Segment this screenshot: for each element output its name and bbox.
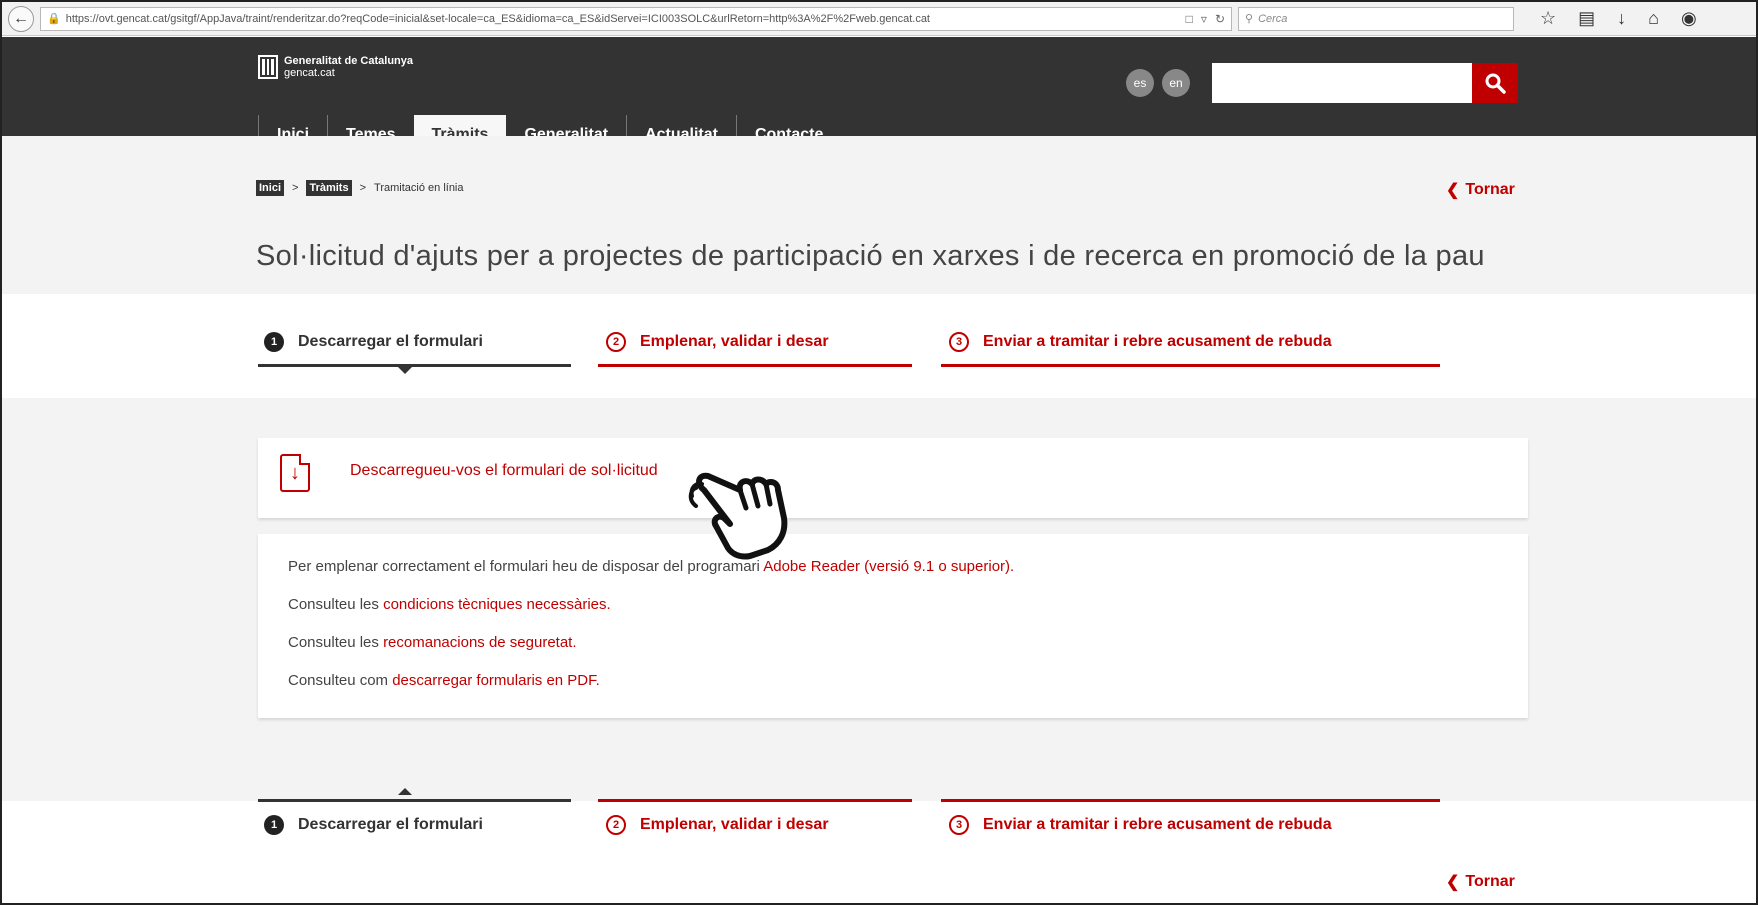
breadcrumb-current: Tramitació en línia — [374, 182, 464, 194]
info-card: Per emplenar correctament el formulari h… — [258, 534, 1528, 718]
back-link-top[interactable]: ❮ Tornar — [1446, 180, 1515, 200]
step-2-bottom[interactable]: 2 Emplenar, validar i desar — [606, 815, 829, 835]
address-bar[interactable]: 🔒 https://ovt.gencat.cat/gsitgf/AppJava/… — [40, 6, 1232, 31]
step-number: 3 — [949, 815, 969, 835]
site-logo[interactable]: Generalitat de Catalunya gencat.cat — [258, 55, 413, 79]
active-step-pointer — [398, 367, 412, 374]
chevron-left-icon: ❮ — [1446, 874, 1460, 891]
reader-view-icon[interactable]: □ — [1186, 12, 1193, 26]
security-recommendations-link[interactable]: recomanacions de seguretat. — [383, 634, 576, 651]
info-text: Consulteu les — [288, 596, 384, 613]
info-text: Consulteu com — [288, 672, 393, 689]
pdf-download-icon[interactable]: ↓ — [280, 454, 310, 492]
bookmark-star-icon[interactable]: ☆ — [1540, 8, 1556, 29]
step-1-bottom[interactable]: 1 Descarregar el formulari — [264, 815, 483, 835]
technical-conditions-link[interactable]: condicions tècniques necessàries. — [383, 596, 611, 613]
info-line-pdf: Consulteu com descarregar formularis en … — [288, 672, 600, 689]
step-label: Enviar a tramitar i rebre acusament de r… — [983, 333, 1332, 350]
step-number: 2 — [606, 332, 626, 352]
home-icon[interactable]: ⌂ — [1648, 8, 1659, 29]
search-icon: ⚲ — [1245, 13, 1254, 25]
download-card: ↓ Descarregueu-vos el formulari de sol·l… — [258, 438, 1528, 518]
browser-toolbar-icons: ☆ ▤ ↓ ⌂ ◉ — [1540, 8, 1697, 29]
breadcrumb-tramits[interactable]: Tràmits — [306, 180, 352, 196]
chat-icon[interactable]: ◉ — [1681, 8, 1697, 29]
step-underline — [598, 364, 912, 367]
browser-search-field[interactable]: ⚲ Cerca — [1238, 6, 1514, 31]
adobe-reader-link[interactable]: Adobe Reader (versió 9.1 o superior). — [763, 558, 1014, 575]
download-form-link[interactable]: Descarregueu-vos el formulari de sol·lic… — [350, 462, 658, 480]
dropdown-icon[interactable]: ▿ — [1201, 12, 1207, 26]
step-overline-active — [258, 799, 571, 802]
step-underline — [941, 364, 1440, 367]
step-number: 3 — [949, 332, 969, 352]
browser-search-placeholder: Cerca — [1258, 12, 1288, 25]
lock-icon: 🔒 — [47, 13, 61, 25]
breadcrumb-separator: > — [292, 182, 299, 194]
back-link-label: Tornar — [1465, 873, 1515, 890]
step-1-top[interactable]: 1 Descarregar el formulari — [264, 332, 483, 352]
back-link-label: Tornar — [1465, 181, 1515, 198]
language-es-button[interactable]: es — [1126, 69, 1154, 97]
step-number: 1 — [264, 332, 284, 352]
step-label: Enviar a tramitar i rebre acusament de r… — [983, 816, 1332, 833]
step-number: 2 — [606, 815, 626, 835]
download-pdf-forms-link[interactable]: descarregar formularis en PDF. — [392, 672, 600, 689]
step-label: Emplenar, validar i desar — [640, 816, 829, 833]
step-overline — [598, 799, 912, 802]
generalitat-logo-icon — [258, 55, 278, 79]
chevron-left-icon: ❮ — [1446, 182, 1460, 199]
step-number: 1 — [264, 815, 284, 835]
active-step-pointer — [398, 788, 412, 795]
download-icon[interactable]: ↓ — [1617, 8, 1626, 29]
site-search-input[interactable] — [1212, 63, 1472, 103]
step-label: Descarregar el formulari — [298, 333, 483, 350]
pointing-hand-cursor-icon — [688, 472, 788, 560]
info-line-adobe: Per emplenar correctament el formulari h… — [288, 558, 1014, 575]
step-2-top[interactable]: 2 Emplenar, validar i desar — [606, 332, 829, 352]
logo-line1: Generalitat de Catalunya — [284, 55, 413, 67]
step-underline-active — [258, 364, 571, 367]
bookmarks-list-icon[interactable]: ▤ — [1578, 8, 1595, 29]
site-header: Generalitat de Catalunya gencat.cat es e… — [2, 37, 1756, 155]
reload-icon[interactable]: ↻ — [1215, 12, 1225, 26]
step-3-bottom[interactable]: 3 Enviar a tramitar i rebre acusament de… — [949, 815, 1332, 835]
breadcrumb-separator: > — [359, 182, 367, 194]
info-line-security: Consulteu les recomanacions de seguretat… — [288, 634, 577, 651]
info-text: Consulteu les — [288, 634, 384, 651]
step-label: Descarregar el formulari — [298, 816, 483, 833]
breadcrumb-inici[interactable]: Inici — [256, 180, 285, 196]
back-arrow-icon[interactable]: ← — [8, 5, 34, 32]
logo-text: Generalitat de Catalunya gencat.cat — [284, 55, 413, 79]
url-text: https://ovt.gencat.cat/gsitgf/AppJava/tr… — [65, 12, 930, 25]
browser-toolbar: ← 🔒 https://ovt.gencat.cat/gsitgf/AppJav… — [2, 2, 1756, 36]
breadcrumb: Inici > Tràmits > Tramitació en línia — [256, 180, 464, 196]
info-line-conditions: Consulteu les condicions tècniques neces… — [288, 596, 611, 613]
back-link-bottom[interactable]: ❮ Tornar — [1446, 872, 1515, 892]
language-en-button[interactable]: en — [1162, 69, 1190, 97]
url-tools: □ ▿ ↻ — [1180, 12, 1231, 26]
page-title: Sol·licitud d'ajuts per a projectes de p… — [256, 240, 1485, 272]
step-label: Emplenar, validar i desar — [640, 333, 829, 350]
step-3-top[interactable]: 3 Enviar a tramitar i rebre acusament de… — [949, 332, 1332, 352]
site-search-button[interactable] — [1472, 63, 1518, 103]
logo-line2: gencat.cat — [284, 67, 335, 79]
step-overline — [941, 799, 1440, 802]
magnifier-icon — [1485, 73, 1506, 94]
